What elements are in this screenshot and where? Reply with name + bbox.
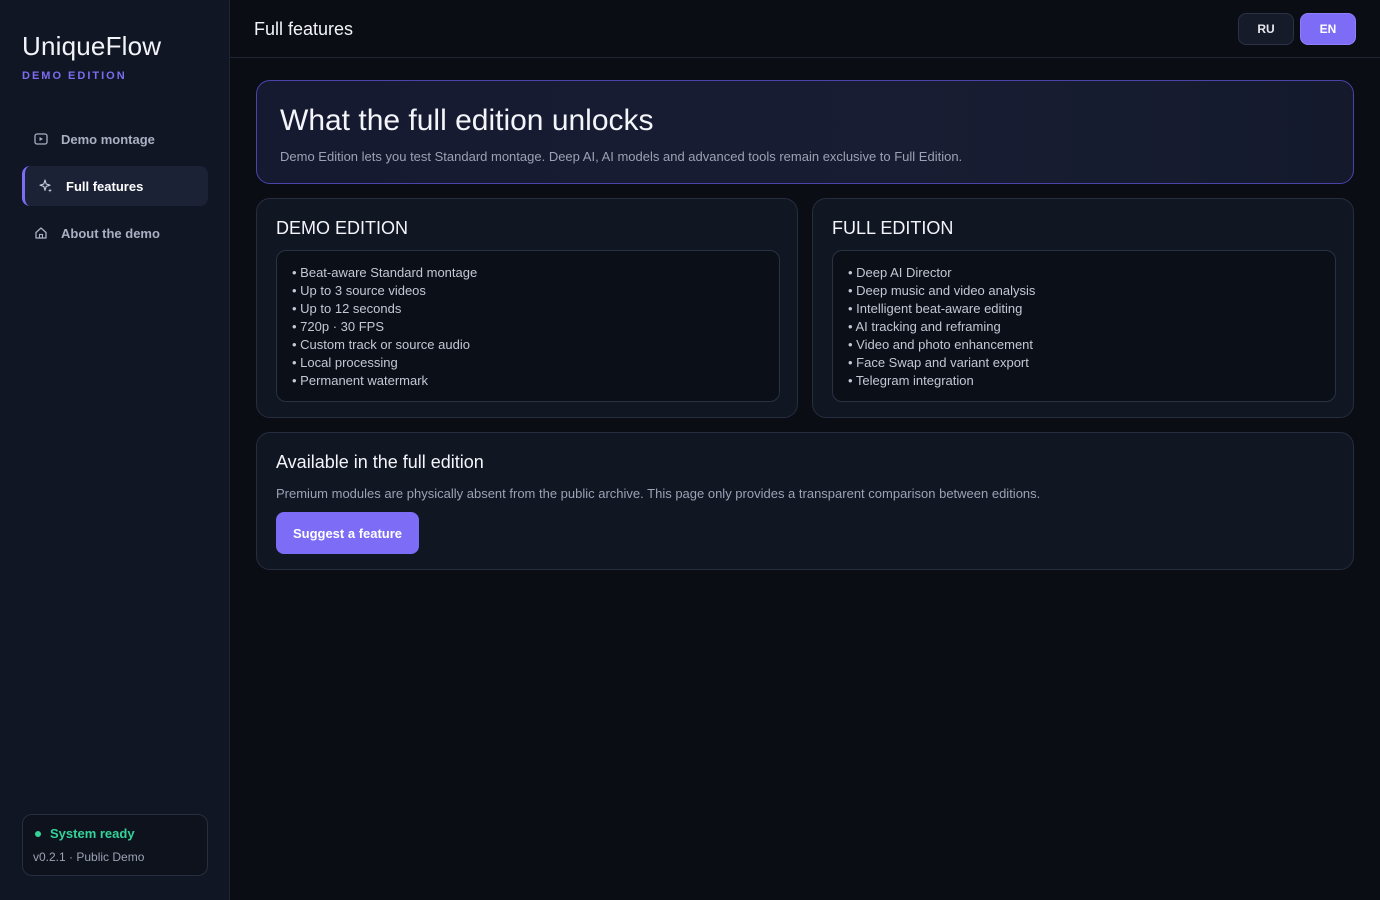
status-text: System ready — [50, 826, 135, 841]
top-bar: Full features RU EN — [230, 0, 1380, 58]
suggest-feature-button[interactable]: Suggest a feature — [276, 512, 419, 554]
brand: UniqueFlow DEMO EDITION — [22, 30, 161, 82]
list-item: • Up to 12 seconds — [292, 301, 402, 316]
demo-edition-card: DEMO EDITION • Beat-aware Standard monta… — [256, 198, 798, 418]
list-item: • Local processing — [292, 355, 398, 370]
list-item: • Face Swap and variant export — [848, 355, 1029, 370]
available-title: Available in the full edition — [276, 452, 484, 472]
list-item: • Deep AI Director — [848, 265, 952, 280]
version-text: v0.2.1 · Public Demo — [33, 850, 145, 864]
full-feature-list: • Deep AI Director • Deep music and vide… — [848, 264, 1320, 390]
available-features-card: Available in the full edition Premium mo… — [256, 432, 1354, 570]
sidebar-nav: Demo montage Full features About the dem… — [22, 119, 208, 260]
list-item: • Telegram integration — [848, 373, 974, 388]
sidebar-item-label: Full features — [66, 178, 144, 194]
sidebar-item-about-demo[interactable]: About the demo — [22, 213, 208, 253]
edition-tag: DEMO EDITION — [22, 70, 127, 82]
list-item: • AI tracking and reframing — [848, 319, 1001, 334]
sparkles-icon — [39, 179, 53, 193]
list-item: • Custom track or source audio — [292, 337, 470, 352]
full-edition-card: FULL EDITION • Deep AI Director • Deep m… — [812, 198, 1354, 418]
full-feature-list-box: • Deep AI Director • Deep music and vide… — [832, 250, 1336, 402]
demo-feature-list: • Beat-aware Standard montage • Up to 3 … — [292, 264, 764, 390]
hero-banner: What the full edition unlocks Demo Editi… — [256, 80, 1354, 184]
play-icon — [34, 132, 48, 146]
language-en-button[interactable]: EN — [1300, 13, 1356, 45]
list-item: • Permanent watermark — [292, 373, 429, 388]
sidebar: UniqueFlow DEMO EDITION Demo montage Ful… — [0, 0, 230, 900]
full-edition-title: FULL EDITION — [832, 218, 954, 238]
hero-title: What the full edition unlocks — [280, 104, 654, 137]
list-item: • Up to 3 source videos — [292, 283, 426, 298]
list-item: • Intelligent beat-aware editing — [848, 301, 1023, 316]
page-title: Full features — [254, 19, 354, 39]
hero-subtitle: Demo Edition lets you test Standard mont… — [280, 149, 963, 164]
demo-edition-title: DEMO EDITION — [276, 218, 409, 238]
sidebar-item-label: Demo montage — [61, 131, 155, 147]
status-line: System ready — [33, 826, 197, 841]
sidebar-item-demo-montage[interactable]: Demo montage — [22, 119, 208, 159]
list-item: • Deep music and video analysis — [848, 283, 1036, 298]
app-title: UniqueFlow — [22, 31, 162, 61]
list-item: • Beat-aware Standard montage — [292, 265, 478, 280]
list-item: • 720p · 30 FPS — [292, 319, 384, 334]
status-dot-icon — [35, 830, 41, 837]
language-ru-button[interactable]: RU — [1238, 13, 1294, 45]
sidebar-item-label: About the demo — [61, 225, 160, 241]
sidebar-item-full-features[interactable]: Full features — [22, 166, 208, 206]
system-status-card: System ready v0.2.1 · Public Demo — [22, 814, 208, 876]
demo-feature-list-box: • Beat-aware Standard montage • Up to 3 … — [276, 250, 780, 402]
home-icon — [34, 226, 48, 240]
list-item: • Video and photo enhancement — [848, 337, 1034, 352]
available-description: Premium modules are physically absent fr… — [276, 486, 1041, 501]
